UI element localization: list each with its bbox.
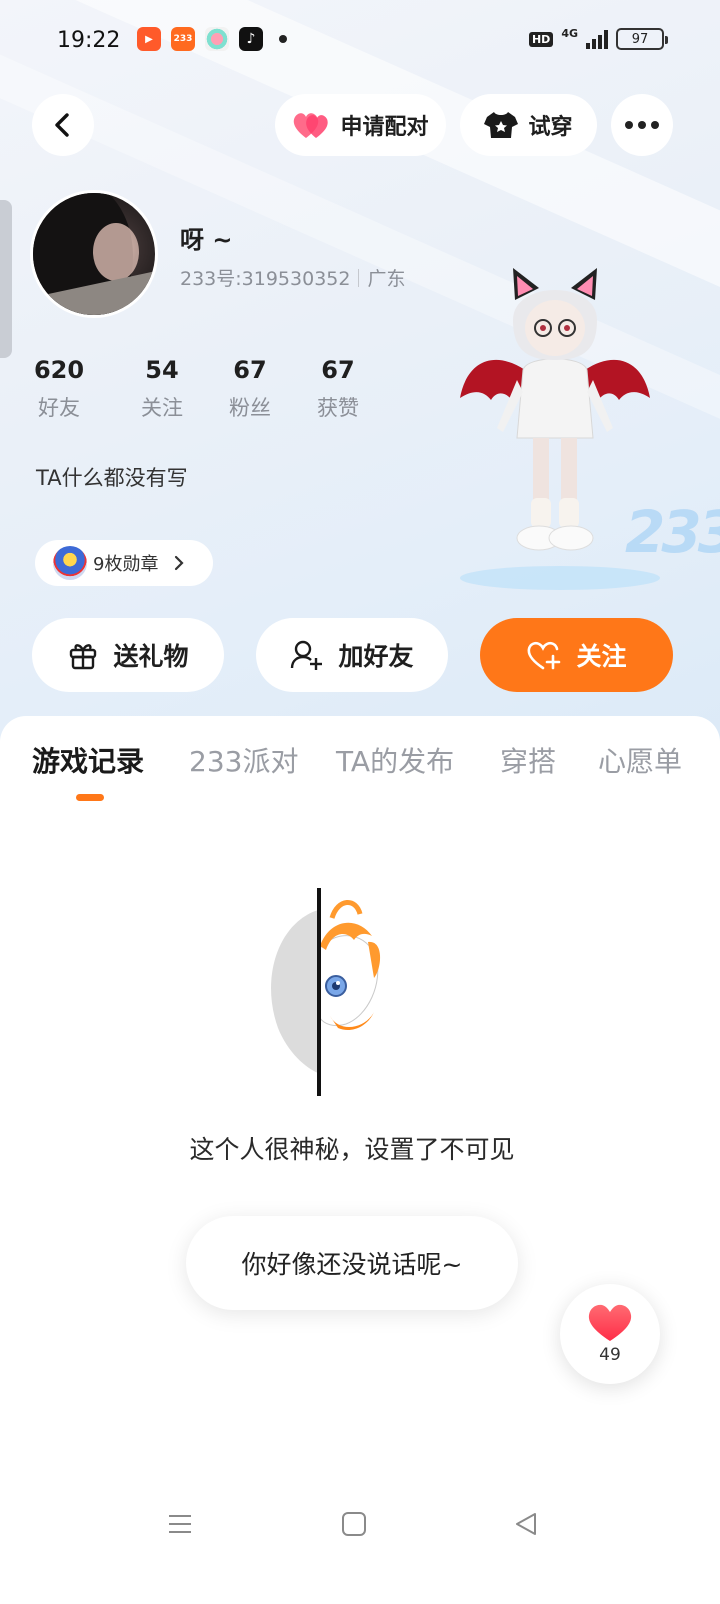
avatar[interactable] bbox=[30, 190, 158, 318]
follow-button[interactable]: 关注 bbox=[480, 618, 673, 692]
status-time: 19:22 bbox=[57, 28, 121, 53]
more-notifications-icon bbox=[279, 35, 287, 43]
hd-badge: HD bbox=[528, 31, 554, 47]
active-tab-indicator bbox=[76, 794, 104, 801]
like-button[interactable]: 49 bbox=[560, 1284, 660, 1384]
233-app-icon: 233 bbox=[171, 27, 195, 51]
profile-stats: 620 好友 54 关注 67 粉丝 67 获赞 bbox=[30, 356, 382, 422]
medals-button[interactable]: 9枚勋章 bbox=[35, 540, 213, 586]
status-bar: 19:22 ▶ 233 ♪ HD 4G 97 bbox=[0, 20, 720, 64]
profile-tabs: 游戏记录 233派对 TA的发布 穿搭 心愿单 bbox=[0, 740, 720, 800]
username: 呀 ~ bbox=[180, 226, 233, 254]
battery-icon: 97 bbox=[616, 28, 668, 50]
tab-wishlist[interactable]: 心愿单 bbox=[598, 740, 682, 780]
avatar-character[interactable] bbox=[455, 260, 655, 580]
chevron-right-icon bbox=[175, 555, 185, 571]
system-navigation-bar bbox=[0, 1490, 720, 1560]
tab-posts[interactable]: TA的发布 bbox=[336, 740, 454, 780]
notification-icons: ▶ 233 ♪ bbox=[137, 27, 287, 51]
stat-friends[interactable]: 620 好友 bbox=[30, 356, 88, 422]
stat-label: 获赞 bbox=[317, 396, 359, 420]
request-pair-button[interactable]: 申请配对 bbox=[275, 94, 446, 156]
tab-233-party[interactable]: 233派对 bbox=[189, 740, 298, 780]
video-app-icon: ▶ bbox=[137, 27, 161, 51]
add-user-icon bbox=[291, 640, 323, 670]
try-on-label: 试穿 bbox=[528, 115, 573, 140]
stat-label: 粉丝 bbox=[229, 396, 271, 420]
medal-icon bbox=[53, 546, 87, 580]
stat-following[interactable]: 54 关注 bbox=[118, 356, 206, 422]
tiktok-app-icon: ♪ bbox=[239, 27, 263, 51]
profile-bio: TA什么都没有写 bbox=[36, 466, 188, 490]
stat-value: 67 bbox=[233, 356, 267, 384]
divider bbox=[358, 268, 360, 287]
back-triangle-icon[interactable] bbox=[512, 1510, 540, 1538]
heart-icon bbox=[588, 1304, 632, 1341]
stat-likes[interactable]: 67 获赞 bbox=[294, 356, 382, 422]
stat-label: 好友 bbox=[38, 396, 80, 420]
like-count: 49 bbox=[599, 1345, 621, 1365]
tab-game-records[interactable]: 游戏记录 bbox=[32, 740, 144, 780]
medals-label: 9枚勋章 bbox=[93, 554, 159, 575]
signal-icon bbox=[586, 29, 608, 49]
stat-fans[interactable]: 67 粉丝 bbox=[206, 356, 294, 422]
gift-icon bbox=[70, 644, 97, 670]
stat-label: 关注 bbox=[141, 396, 183, 420]
more-dot-icon bbox=[625, 121, 633, 129]
user-region: 广东 bbox=[367, 268, 406, 290]
request-pair-label: 申请配对 bbox=[340, 115, 429, 140]
stat-value: 54 bbox=[145, 356, 179, 384]
more-dot-icon bbox=[638, 121, 646, 129]
chevron-left-icon bbox=[55, 113, 69, 137]
tab-outfits[interactable]: 穿搭 bbox=[500, 740, 556, 780]
more-dot-icon bbox=[651, 121, 659, 129]
send-gift-label: 送礼物 bbox=[113, 642, 189, 671]
stat-value: 67 bbox=[321, 356, 355, 384]
send-gift-button[interactable]: 送礼物 bbox=[32, 618, 224, 692]
hidden-content-illustration bbox=[271, 888, 381, 1096]
try-on-button[interactable]: 试穿 bbox=[460, 94, 597, 156]
back-button[interactable] bbox=[32, 94, 94, 156]
user-id[interactable]: 233号:319530352 bbox=[180, 264, 350, 291]
tshirt-icon bbox=[484, 112, 519, 138]
add-friend-label: 加好友 bbox=[338, 642, 414, 671]
heart-plus-icon bbox=[528, 641, 561, 670]
user-id-line: 233号:319530352 广东 bbox=[180, 264, 405, 291]
follow-label: 关注 bbox=[576, 642, 627, 671]
network-type: 4G bbox=[561, 26, 578, 40]
stat-value: 620 bbox=[33, 356, 85, 384]
edge-gesture-handle[interactable] bbox=[0, 200, 12, 358]
home-square-icon[interactable] bbox=[340, 1510, 368, 1538]
more-options-button[interactable] bbox=[611, 94, 673, 156]
menu-icon[interactable] bbox=[166, 1510, 194, 1538]
double-heart-icon bbox=[294, 113, 329, 138]
empty-state-message: 这个人很神秘，设置了不可见 bbox=[189, 1135, 515, 1164]
system-status: HD 4G 97 bbox=[528, 26, 668, 50]
chat-hint-bubble[interactable]: 你好像还没说话呢~ bbox=[186, 1216, 518, 1310]
circle-app-icon bbox=[205, 27, 229, 51]
add-friend-button[interactable]: 加好友 bbox=[256, 618, 448, 692]
